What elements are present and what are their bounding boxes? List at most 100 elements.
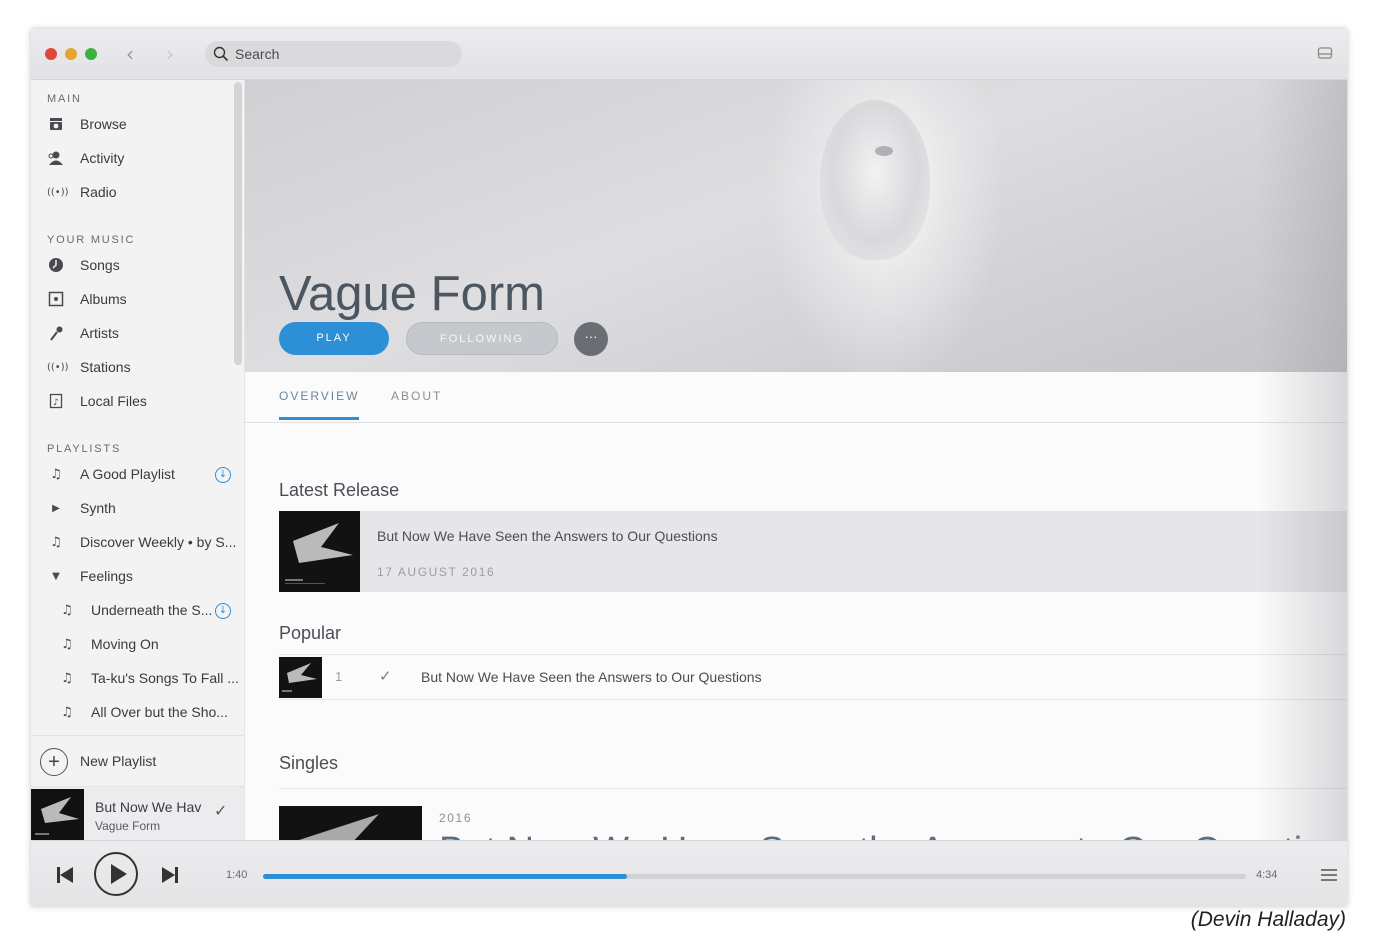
- track-cover-art: [279, 657, 322, 698]
- playlist-label: Moving On: [91, 636, 159, 652]
- now-playing-artist[interactable]: Vague Form: [95, 819, 160, 833]
- playlist-item[interactable]: ♫ Moving On: [31, 630, 236, 660]
- playlist-item[interactable]: ♫ A Good Playlist ↓: [31, 460, 236, 490]
- music-note-icon: ♫: [61, 671, 73, 686]
- playlist-label: Underneath the S...: [91, 602, 213, 618]
- latest-release-title[interactable]: But Now We Have Seen the Answers to Our …: [377, 528, 718, 544]
- now-playing-cover-art[interactable]: [31, 789, 84, 842]
- track-title[interactable]: But Now We Have Seen the Answers to Our …: [421, 669, 762, 685]
- search-icon: [213, 46, 229, 62]
- artist-portrait: [820, 100, 930, 260]
- play-button[interactable]: PLAY: [279, 322, 389, 355]
- back-arrow-icon[interactable]: ‹: [126, 42, 134, 66]
- playlist-label: Discover Weekly • by S...: [80, 534, 237, 550]
- now-playing-title[interactable]: But Now We Hav: [95, 799, 201, 815]
- popular-header: Popular: [279, 623, 342, 643]
- playlist-label: A Good Playlist: [80, 466, 175, 482]
- tab-overview[interactable]: OVERVIEW: [279, 389, 359, 403]
- music-note-icon: ♫: [50, 535, 62, 550]
- music-note-icon: ♫: [61, 603, 73, 618]
- total-time: 4:34: [1256, 869, 1278, 881]
- play-icon: [111, 864, 127, 884]
- playlist-item[interactable]: ♫ All Over but the Sho...: [31, 698, 236, 728]
- local-files-icon: ♪: [47, 393, 65, 411]
- your-music-section-header: YOUR MUSIC: [47, 234, 136, 246]
- close-window-button[interactable]: [45, 48, 57, 60]
- latest-release-row[interactable]: But Now We Have Seen the Answers to Our …: [279, 511, 1347, 592]
- sidebar-item-stations[interactable]: ((•)) Stations: [31, 353, 236, 383]
- music-note-icon: ♫: [61, 705, 73, 720]
- downloaded-icon: ↓: [215, 603, 231, 619]
- radio-icon: ((•)): [47, 187, 69, 198]
- playlist-item[interactable]: ♫ Ta-ku's Songs To Fall ...: [31, 664, 239, 694]
- previous-track-icon[interactable]: [57, 867, 73, 883]
- next-track-icon[interactable]: [162, 867, 178, 883]
- title-bar: ‹ › Search: [31, 29, 1347, 80]
- progress-fill: [263, 874, 627, 879]
- latest-release-date: 17 AUGUST 2016: [377, 565, 496, 579]
- sidebar-item-songs[interactable]: Songs: [31, 251, 236, 281]
- plus-icon: +: [40, 748, 68, 776]
- sidebar-item-label: Songs: [80, 257, 120, 273]
- forward-arrow-icon[interactable]: ›: [166, 42, 174, 66]
- sidebar-item-albums[interactable]: Albums: [31, 285, 236, 315]
- caret-down-icon[interactable]: ▼: [47, 568, 65, 586]
- playlist-label: Feelings: [80, 568, 133, 584]
- playlist-folder[interactable]: ▼ Feelings: [31, 562, 236, 592]
- new-playlist-button[interactable]: + New Playlist: [31, 735, 244, 786]
- play-pause-button[interactable]: [94, 852, 138, 896]
- sidebar-item-local-files[interactable]: ♪ Local Files: [31, 387, 236, 417]
- artist-name: Vague Form: [279, 267, 545, 321]
- caret-right-icon[interactable]: ▶: [47, 500, 65, 518]
- activity-icon: [47, 150, 65, 168]
- music-note-icon: ♫: [61, 637, 73, 652]
- playlist-item[interactable]: ♫ Discover Weekly • by S...: [31, 528, 236, 558]
- single-year: 2016: [439, 811, 473, 825]
- svg-text:♪: ♪: [53, 398, 59, 408]
- sidebar-item-label: Local Files: [80, 393, 147, 409]
- search-placeholder: Search: [235, 46, 280, 62]
- new-playlist-label: New Playlist: [80, 753, 157, 769]
- sidebar-item-label: Stations: [80, 359, 131, 375]
- sidebar-item-browse[interactable]: Browse: [31, 110, 236, 140]
- saved-check-icon[interactable]: ✓: [379, 667, 392, 685]
- stations-icon: ((•)): [47, 362, 69, 373]
- songs-icon: [47, 257, 65, 275]
- minimize-window-button[interactable]: [65, 48, 77, 60]
- saved-check-icon[interactable]: ✓: [214, 801, 227, 820]
- sidebar-item-label: Radio: [80, 184, 117, 200]
- progress-bar[interactable]: [263, 874, 1246, 879]
- sidebar-item-label: Albums: [80, 291, 127, 307]
- search-field[interactable]: Search: [205, 41, 462, 67]
- more-options-button[interactable]: ···: [574, 322, 608, 356]
- artists-icon: [47, 325, 65, 343]
- sidebar-item-artists[interactable]: Artists: [31, 319, 236, 349]
- app-window: ‹ › Search MAIN Browse Activity ((•)) Ra…: [31, 29, 1347, 906]
- artist-header-image: Vague Form PLAY FOLLOWING ···: [245, 80, 1347, 372]
- latest-release-header: Latest Release: [279, 480, 400, 500]
- now-playing[interactable]: But Now We Hav Vague Form ✓: [31, 786, 244, 843]
- playlist-label: All Over but the Sho...: [91, 704, 228, 720]
- playlists-section-header: PLAYLISTS: [47, 443, 122, 455]
- tab-about[interactable]: ABOUT: [391, 389, 442, 403]
- queue-icon[interactable]: [1321, 868, 1337, 882]
- zoom-window-button[interactable]: [85, 48, 97, 60]
- latest-release-cover-art[interactable]: [279, 511, 360, 592]
- portrait-eye: [875, 146, 893, 156]
- playback-bar: 1:40 4:34: [31, 840, 1347, 906]
- sidebar-item-label: Artists: [80, 325, 119, 341]
- playlist-item[interactable]: ♫ Underneath the S... ↓: [31, 596, 236, 626]
- sidebar-item-radio[interactable]: ((•)) Radio: [31, 178, 236, 208]
- playlist-folder[interactable]: ▶ Synth: [31, 494, 236, 524]
- sidebar: MAIN Browse Activity ((•)) Radio YOUR MU…: [31, 80, 245, 890]
- playlist-label: Synth: [80, 500, 116, 516]
- albums-icon: [47, 291, 65, 309]
- track-row[interactable]: 1 ✓ But Now We Have Seen the Answers to …: [279, 654, 1347, 700]
- following-button[interactable]: FOLLOWING: [406, 322, 558, 355]
- browse-icon: [47, 116, 65, 134]
- sidebar-item-activity[interactable]: Activity: [31, 144, 236, 174]
- music-note-icon: ♫: [50, 467, 62, 482]
- elapsed-time: 1:40: [226, 869, 248, 881]
- devices-icon[interactable]: [1317, 45, 1333, 61]
- photo-credit: (Devin Halladay): [1190, 908, 1346, 931]
